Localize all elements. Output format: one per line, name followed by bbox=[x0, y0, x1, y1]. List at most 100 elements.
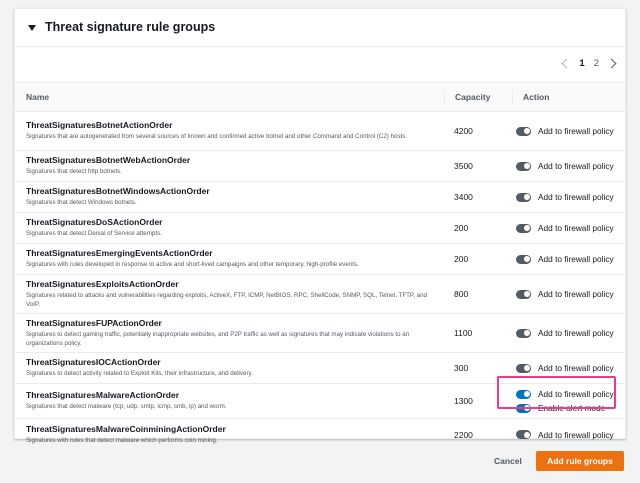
rule-group-description: Signatures that detect malware (tcp, udp… bbox=[26, 403, 227, 411]
name-cell: ThreatSignaturesExploitsActionOrder Sign… bbox=[15, 279, 444, 309]
rule-group-name: ThreatSignaturesBotnetActionOrder bbox=[26, 120, 173, 131]
add-to-policy-toggle[interactable]: Add to firewall policy bbox=[516, 254, 614, 264]
rule-group-name: ThreatSignaturesExploitsActionOrder bbox=[26, 279, 179, 289]
toggle-label: Add to firewall policy bbox=[538, 192, 614, 202]
panel-title: Threat signature rule groups bbox=[45, 20, 216, 34]
chevron-right-icon[interactable] bbox=[606, 58, 617, 68]
action-cell: Add to firewall policy bbox=[512, 363, 614, 373]
rule-group-description: Signatures that detect Denial of Service… bbox=[26, 230, 162, 238]
rule-group-name: ThreatSignaturesEmergingEventsActionOrde… bbox=[26, 248, 213, 259]
action-cell: Add to firewall policy bbox=[512, 430, 614, 440]
name-cell: ThreatSignaturesMalwareCoinminingActionO… bbox=[15, 424, 444, 446]
toggle-switch[interactable] bbox=[516, 161, 531, 171]
name-cell: ThreatSignaturesFUPActionOrder Signature… bbox=[15, 318, 444, 348]
action-cell: Add to firewall policy bbox=[512, 192, 614, 202]
pagination: 1 2 bbox=[561, 55, 617, 71]
toggle-label: Add to firewall policy bbox=[538, 161, 614, 171]
column-header-name[interactable]: Name bbox=[15, 92, 444, 102]
page-2[interactable]: 2 bbox=[594, 58, 599, 69]
rule-group-description: Signatures to detect activity related to… bbox=[26, 370, 253, 378]
table-row: ThreatSignaturesBotnetActionOrder Signat… bbox=[15, 112, 625, 151]
add-to-policy-toggle[interactable]: Add to firewall policy bbox=[516, 328, 614, 338]
action-cell: Add to firewall policy bbox=[512, 289, 614, 299]
toggle-label: Add to firewall policy bbox=[538, 363, 614, 373]
capacity-cell: 800 bbox=[454, 289, 469, 299]
table-row: ThreatSignaturesEmergingEventsActionOrde… bbox=[15, 244, 625, 275]
toggle-switch[interactable] bbox=[516, 430, 531, 439]
action-cell: Add to firewall policy bbox=[512, 223, 614, 233]
rule-group-name: ThreatSignaturesMalwareCoinminingActionO… bbox=[26, 423, 226, 434]
table-row: ThreatSignaturesBotnetWebActionOrder Sig… bbox=[15, 151, 625, 182]
toggle-label: Add to firewall policy bbox=[538, 223, 614, 233]
capacity-cell: 3400 bbox=[454, 192, 473, 202]
table-row: ThreatSignaturesExploitsActionOrder Sign… bbox=[15, 275, 625, 314]
capacity-cell: 200 bbox=[454, 223, 469, 233]
add-to-policy-toggle[interactable]: Add to firewall policy bbox=[516, 126, 614, 136]
rule-group-description: Signatures with rules developed in respo… bbox=[26, 261, 359, 269]
rule-group-description: Signatures that detect http botnets. bbox=[26, 168, 122, 176]
capacity-cell: 1100 bbox=[454, 328, 473, 338]
cancel-button[interactable]: Cancel bbox=[494, 456, 522, 466]
rule-group-name: ThreatSignaturesBotnetWindowsActionOrder bbox=[26, 186, 210, 197]
toggle-label: Add to firewall policy bbox=[538, 429, 614, 440]
action-cell: Add to firewall policy bbox=[512, 254, 614, 264]
rule-groups-panel: Threat signature rule groups 1 2 Name Ca… bbox=[14, 8, 626, 444]
toggle-label: Add to firewall policy bbox=[538, 126, 614, 136]
toggle-switch[interactable] bbox=[516, 126, 531, 136]
name-cell: ThreatSignaturesIOCActionOrder Signature… bbox=[15, 357, 444, 379]
toggle-switch[interactable] bbox=[516, 254, 531, 264]
rule-group-name: ThreatSignaturesBotnetWebActionOrder bbox=[26, 155, 191, 166]
name-cell: ThreatSignaturesMalwareActionOrder Signa… bbox=[15, 390, 444, 412]
add-rule-groups-button[interactable]: Add rule groups bbox=[536, 451, 624, 471]
name-cell: ThreatSignaturesBotnetWindowsActionOrder… bbox=[15, 186, 444, 208]
add-to-policy-toggle[interactable]: Add to firewall policy bbox=[516, 289, 614, 299]
add-to-policy-toggle[interactable]: Add to firewall policy bbox=[516, 223, 614, 233]
capacity-cell: 200 bbox=[454, 254, 469, 264]
toggle-switch[interactable] bbox=[516, 289, 531, 299]
capacity-cell: 2200 bbox=[454, 429, 473, 440]
add-to-policy-toggle[interactable]: Add to firewall policy bbox=[516, 430, 614, 440]
capacity-cell: 4200 bbox=[454, 126, 473, 136]
highlight-box bbox=[497, 376, 616, 409]
add-to-policy-toggle[interactable]: Add to firewall policy bbox=[516, 363, 614, 373]
table-row: ThreatSignaturesDoSActionOrder Signature… bbox=[15, 213, 625, 244]
rule-group-name: ThreatSignaturesDoSActionOrder bbox=[26, 217, 163, 228]
toggle-switch[interactable] bbox=[516, 328, 531, 338]
rule-group-name: ThreatSignaturesFUPActionOrder bbox=[26, 318, 162, 328]
add-to-policy-toggle[interactable]: Add to firewall policy bbox=[516, 192, 614, 202]
toggle-switch[interactable] bbox=[516, 192, 531, 202]
toggle-label: Add to firewall policy bbox=[538, 289, 614, 299]
action-cell: Add to firewall policy bbox=[512, 161, 614, 171]
toggle-label: Add to firewall policy bbox=[538, 328, 614, 338]
add-to-policy-toggle[interactable]: Add to firewall policy bbox=[516, 161, 614, 171]
rule-group-description: Signatures with rules that detect malwar… bbox=[26, 436, 218, 444]
rule-group-description: Signatures related to attacks and vulner… bbox=[26, 292, 428, 308]
table-row: ThreatSignaturesMalwareCoinminingActionO… bbox=[15, 419, 625, 450]
panel-header[interactable]: Threat signature rule groups bbox=[15, 9, 625, 45]
toggle-switch[interactable] bbox=[516, 363, 531, 373]
toggle-label: Add to firewall policy bbox=[538, 254, 614, 264]
table-row: ThreatSignaturesFUPActionOrder Signature… bbox=[15, 314, 625, 353]
column-header-capacity[interactable]: Capacity bbox=[444, 90, 512, 104]
name-cell: ThreatSignaturesBotnetWebActionOrder Sig… bbox=[15, 155, 444, 177]
rule-group-description: Signatures to detect gaming traffic, pot… bbox=[26, 331, 410, 347]
name-cell: ThreatSignaturesBotnetActionOrder Signat… bbox=[15, 120, 444, 142]
toggle-switch[interactable] bbox=[516, 223, 531, 233]
action-cell: Add to firewall policy bbox=[512, 328, 614, 338]
page-1[interactable]: 1 bbox=[579, 58, 584, 69]
action-cell: Add to firewall policy bbox=[512, 126, 614, 136]
divider bbox=[15, 46, 625, 47]
rule-group-name: ThreatSignaturesMalwareActionOrder bbox=[26, 390, 180, 401]
capacity-cell: 300 bbox=[454, 363, 469, 373]
table-header: Name Capacity Action bbox=[15, 82, 625, 112]
capacity-cell: 3500 bbox=[454, 161, 473, 171]
chevron-left-icon[interactable] bbox=[561, 58, 572, 68]
caret-down-icon[interactable] bbox=[28, 24, 36, 31]
name-cell: ThreatSignaturesEmergingEventsActionOrde… bbox=[15, 248, 444, 270]
rule-group-description: Signatures that are autogenerated from s… bbox=[26, 133, 408, 141]
rule-group-description: Signatures that detect Windows botnets. bbox=[26, 199, 137, 207]
table-row: ThreatSignaturesBotnetWindowsActionOrder… bbox=[15, 182, 625, 213]
rule-group-name: ThreatSignaturesIOCActionOrder bbox=[26, 357, 161, 368]
name-cell: ThreatSignaturesDoSActionOrder Signature… bbox=[15, 217, 444, 239]
column-header-action[interactable]: Action bbox=[512, 90, 549, 104]
